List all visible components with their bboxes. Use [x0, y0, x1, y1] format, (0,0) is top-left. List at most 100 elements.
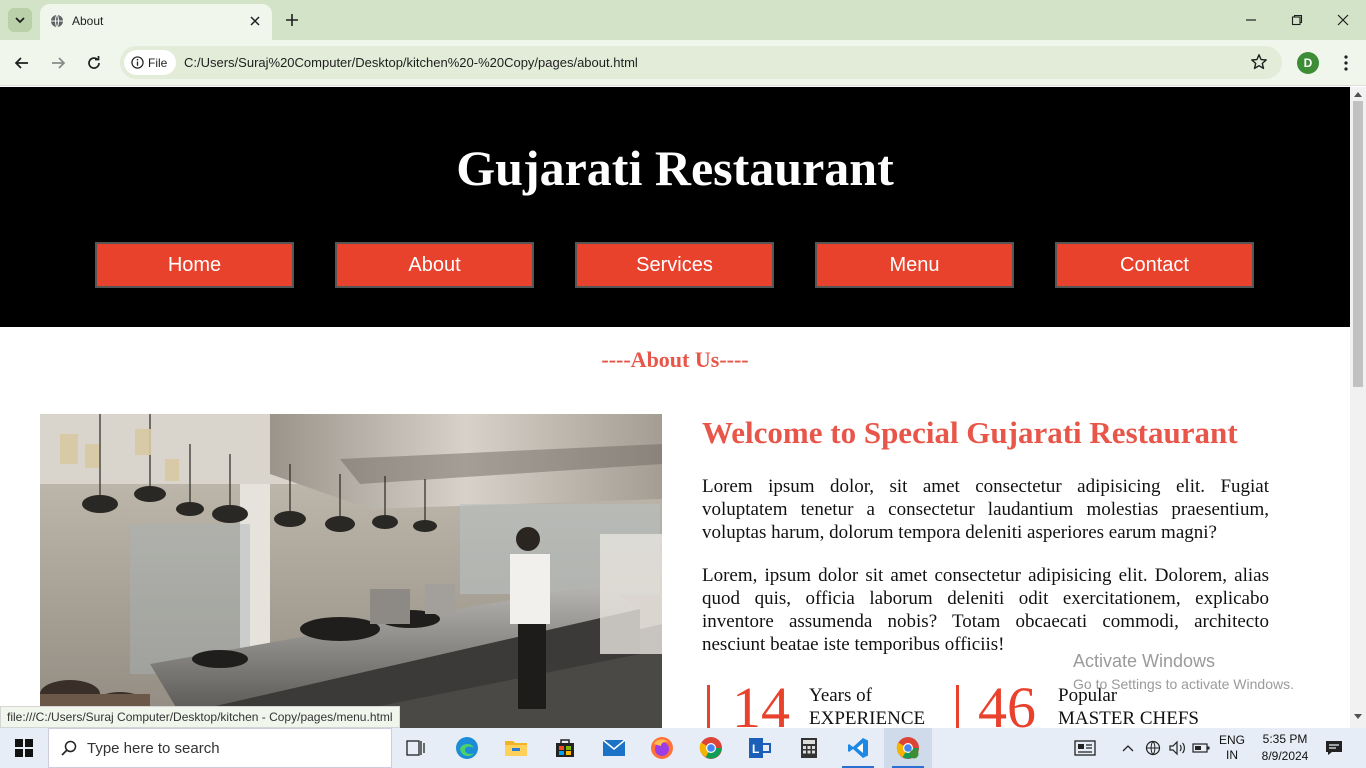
nav-home-link[interactable]: Home	[95, 242, 294, 288]
tray-network[interactable]	[1142, 728, 1164, 768]
welcome-heading: Welcome to Special Gujarati Restaurant	[702, 415, 1238, 450]
page-viewport: Gujarati Restaurant Home About Services …	[0, 87, 1350, 728]
browser-tab-bar: About	[0, 0, 1366, 40]
scroll-up-icon[interactable]	[1354, 91, 1362, 97]
stat-divider	[956, 685, 959, 728]
tab-title: About	[72, 14, 104, 28]
watermark-subtitle: Go to Settings to activate Windows.	[1073, 676, 1294, 692]
browser-menu-button[interactable]	[1336, 52, 1356, 74]
about-us-heading: ----About Us----	[601, 347, 749, 372]
tab-close-button[interactable]	[246, 12, 264, 30]
taskbar-vscode[interactable]	[834, 728, 882, 768]
tray-battery[interactable]	[1190, 728, 1212, 768]
scroll-down-icon[interactable]	[1354, 714, 1362, 720]
taskbar-firefox[interactable]	[638, 728, 686, 768]
chevron-down-icon	[15, 17, 25, 24]
stat-chefs-number: 46	[978, 675, 1036, 728]
plus-icon	[286, 14, 298, 26]
store-icon	[556, 739, 574, 757]
taskbar-chrome[interactable]	[687, 728, 735, 768]
arrow-left-icon	[14, 57, 28, 69]
clock-date: 8/9/2024	[1261, 749, 1309, 763]
taskbar-edge[interactable]	[443, 728, 491, 768]
arrow-right-icon	[52, 57, 66, 69]
tab-search-button[interactable]	[8, 8, 32, 32]
chevron-up-icon	[1122, 745, 1134, 752]
language-code: ENG	[1218, 733, 1245, 747]
site-title: Gujarati Restaurant	[456, 140, 894, 196]
search-icon	[61, 740, 77, 756]
nav-contact-link[interactable]: Contact	[1055, 242, 1254, 288]
url-text[interactable]: C:/Users/Suraj%20Computer/Desktop/kitche…	[184, 55, 638, 70]
kitchen-photo	[40, 414, 662, 728]
task-view-button[interactable]	[392, 728, 440, 768]
globe-icon	[1145, 740, 1161, 756]
profile-avatar[interactable]: D	[1297, 52, 1319, 74]
edge-icon	[456, 737, 478, 759]
stat-years-label-2: EXPERIENCE	[809, 708, 926, 728]
folder-icon	[505, 741, 527, 756]
page-scrollbar[interactable]	[1350, 87, 1366, 728]
tray-clock[interactable]: 5:35 PM 8/9/2024	[1254, 728, 1316, 768]
vscode-icon	[848, 738, 868, 758]
about-paragraph-1: Lorem ipsum dolor, sit amet consectetur …	[702, 476, 1269, 543]
speaker-icon	[1169, 740, 1185, 756]
link-status-bubble: file:///C:/Users/Suraj Computer/Desktop/…	[0, 706, 400, 728]
notification-icon	[1326, 741, 1342, 755]
info-icon	[131, 56, 144, 69]
close-window-button[interactable]	[1331, 8, 1355, 32]
calculator-icon	[801, 738, 817, 758]
scrollbar-thumb[interactable]	[1353, 101, 1363, 387]
tray-news[interactable]	[1070, 728, 1100, 768]
language-region: IN	[1226, 748, 1238, 762]
taskbar-file-explorer[interactable]	[492, 728, 540, 768]
task-view-icon	[406, 740, 425, 756]
nav-services-link[interactable]: Services	[575, 242, 774, 288]
stat-chefs-label-2: MASTER CHEFS	[1058, 708, 1199, 728]
bookmark-star-icon[interactable]	[1250, 53, 1268, 71]
chrome-icon	[699, 737, 722, 759]
stat-years-number: 14	[732, 675, 790, 728]
back-button[interactable]	[10, 51, 34, 75]
taskbar-chrome-active[interactable]	[884, 728, 932, 768]
taskbar-lightshot[interactable]: L	[736, 728, 784, 768]
restore-icon	[1291, 14, 1303, 26]
windows-taskbar: Type here to search L ENG IN 5:35 PM 8/9…	[0, 728, 1366, 768]
new-tab-button[interactable]	[282, 10, 302, 30]
taskbar-store[interactable]	[541, 728, 589, 768]
tray-volume[interactable]	[1166, 728, 1188, 768]
close-icon	[250, 16, 260, 26]
restore-button[interactable]	[1285, 8, 1309, 32]
forward-button[interactable]	[46, 51, 70, 75]
activate-windows-watermark: Activate Windows Go to Settings to activ…	[1073, 651, 1294, 692]
svg-text:L: L	[752, 742, 759, 756]
minimize-button[interactable]	[1239, 8, 1263, 32]
nav-menu-link[interactable]: Menu	[815, 242, 1014, 288]
tray-overflow[interactable]	[1118, 728, 1138, 768]
stat-divider	[707, 685, 710, 728]
tray-language[interactable]: ENG IN	[1212, 728, 1252, 768]
mail-icon	[602, 739, 626, 756]
battery-icon	[1192, 743, 1210, 753]
reload-button[interactable]	[82, 51, 106, 75]
taskbar-calculator[interactable]	[785, 728, 833, 768]
clock-time: 5:35 PM	[1262, 732, 1308, 746]
minimize-icon	[1246, 19, 1256, 21]
file-scheme-label: File	[148, 55, 168, 70]
taskbar-mail[interactable]	[590, 728, 638, 768]
chrome-profile-icon	[896, 737, 919, 759]
browser-tab-about[interactable]: About	[40, 4, 272, 40]
news-icon	[1074, 740, 1096, 756]
taskbar-search-box[interactable]: Type here to search	[48, 728, 392, 768]
browser-toolbar: File C:/Users/Suraj%20Computer/Desktop/k…	[0, 40, 1366, 86]
start-button[interactable]	[0, 728, 48, 768]
address-bar[interactable]: File C:/Users/Suraj%20Computer/Desktop/k…	[120, 46, 1282, 79]
nav-about-link[interactable]: About	[335, 242, 534, 288]
more-vertical-icon	[1344, 55, 1348, 71]
close-icon	[1337, 14, 1349, 26]
stat-years-label-1: Years of	[809, 685, 872, 706]
site-info-chip[interactable]: File	[124, 50, 176, 75]
watermark-title: Activate Windows	[1073, 651, 1216, 671]
notification-center-button[interactable]	[1318, 728, 1350, 768]
globe-icon	[51, 14, 63, 28]
